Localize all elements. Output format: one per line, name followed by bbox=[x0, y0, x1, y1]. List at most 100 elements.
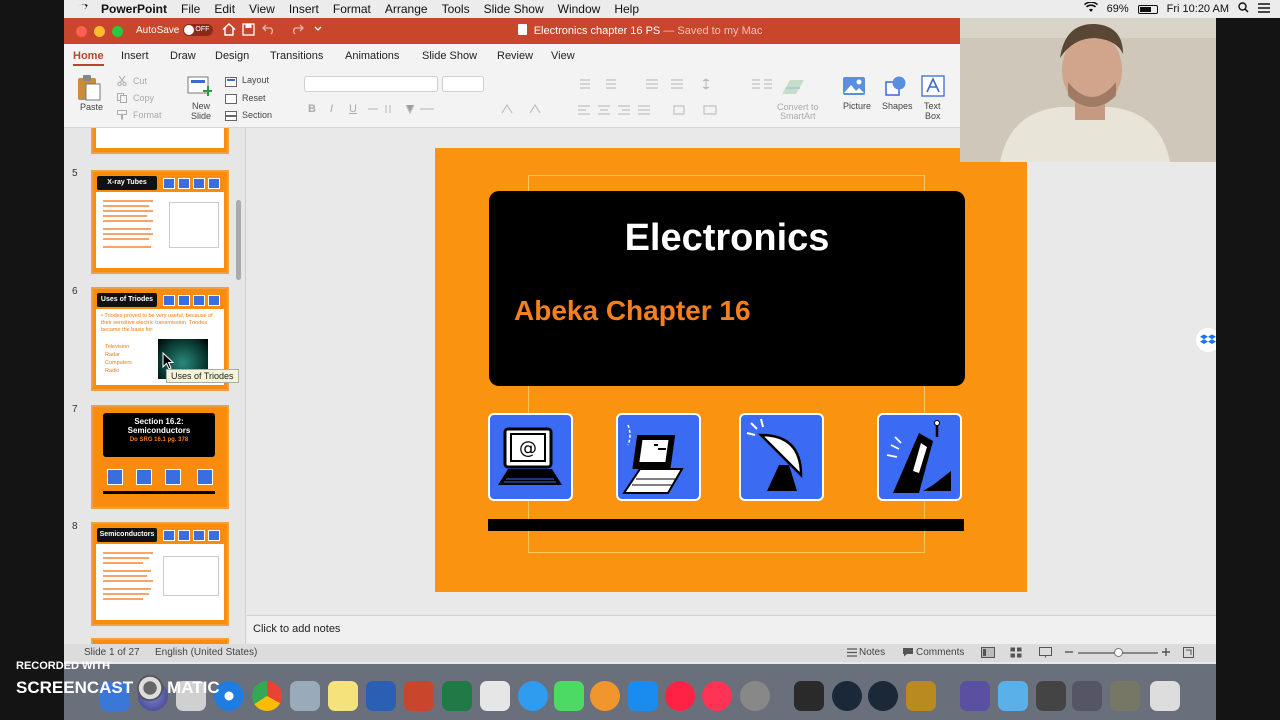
reading-view-icon[interactable] bbox=[1039, 647, 1052, 661]
zoom-slider-thumb[interactable] bbox=[1114, 648, 1123, 657]
picture-icon[interactable] bbox=[842, 76, 866, 98]
layout-button[interactable]: Layout bbox=[242, 75, 269, 85]
cut-button[interactable]: Cut bbox=[133, 76, 147, 86]
language-indicator[interactable]: English (United States) bbox=[155, 647, 257, 658]
new-slide-icon[interactable] bbox=[186, 74, 213, 100]
news-icon[interactable] bbox=[665, 681, 695, 711]
menu-format[interactable]: Format bbox=[333, 2, 371, 16]
chrome-icon[interactable] bbox=[252, 681, 282, 711]
tab-view[interactable]: View bbox=[551, 50, 575, 62]
notes-pane[interactable]: Click to add notes bbox=[247, 615, 1216, 644]
slide-thumbnail-4[interactable] bbox=[91, 128, 229, 154]
strikethrough-icon[interactable] bbox=[368, 104, 438, 116]
new-slide-label-2[interactable]: Slide bbox=[191, 111, 211, 121]
notes-icon[interactable] bbox=[847, 648, 857, 660]
preview-icon[interactable] bbox=[290, 681, 320, 711]
reset-icon[interactable] bbox=[225, 94, 237, 106]
slide-thumbnail-5[interactable]: X-ray Tubes bbox=[91, 170, 229, 274]
maps-icon[interactable] bbox=[480, 681, 510, 711]
menubar-clock[interactable]: Fri 10:20 AM bbox=[1167, 3, 1229, 15]
menu-slide-show[interactable]: Slide Show bbox=[484, 2, 544, 16]
scissors-icon[interactable] bbox=[117, 75, 127, 88]
shapes-button[interactable]: Shapes bbox=[882, 101, 913, 111]
font-size-dropdown[interactable] bbox=[442, 76, 484, 92]
tab-animations[interactable]: Animations bbox=[345, 50, 399, 62]
picture-button[interactable]: Picture bbox=[843, 101, 871, 111]
satellite-dish-icon[interactable] bbox=[739, 413, 824, 501]
new-slide-label[interactable]: New bbox=[192, 101, 210, 111]
computer-at-icon[interactable]: @ bbox=[488, 413, 573, 501]
text-box-label[interactable]: Text bbox=[924, 101, 941, 111]
menu-edit[interactable]: Edit bbox=[214, 2, 235, 16]
format-painter-button[interactable]: Format bbox=[133, 110, 162, 120]
game-icon[interactable] bbox=[906, 681, 936, 711]
wifi-icon[interactable] bbox=[1083, 1, 1098, 16]
facetime-icon[interactable] bbox=[554, 681, 584, 711]
menu-help[interactable]: Help bbox=[614, 2, 639, 16]
slide-title[interactable]: Electronics bbox=[489, 217, 965, 260]
battery-icon[interactable] bbox=[1137, 4, 1158, 14]
notes-placeholder[interactable]: Click to add notes bbox=[253, 623, 340, 635]
text-box-icon[interactable] bbox=[921, 75, 945, 99]
tab-review[interactable]: Review bbox=[497, 50, 533, 62]
thumbnail-scrollbar[interactable] bbox=[236, 200, 241, 280]
bullets-icon[interactable] bbox=[576, 78, 726, 92]
align-left-icon[interactable] bbox=[576, 104, 726, 118]
screenshot-thumbnail[interactable] bbox=[1036, 681, 1066, 711]
mobile-phone-icon[interactable] bbox=[877, 413, 962, 501]
section-icon[interactable] bbox=[225, 111, 237, 123]
tab-draw[interactable]: Draw bbox=[170, 50, 196, 62]
menu-tools[interactable]: Tools bbox=[442, 2, 470, 16]
folder-icon[interactable] bbox=[960, 681, 990, 711]
task-manager-icon[interactable] bbox=[794, 681, 824, 711]
font-family-dropdown[interactable] bbox=[304, 76, 438, 92]
slide-thumbnail-7[interactable]: Section 16.2: Semiconductors Do SRG 16.1… bbox=[91, 405, 229, 509]
slide-sorter-icon[interactable] bbox=[1010, 647, 1022, 661]
menu-view[interactable]: View bbox=[249, 2, 275, 16]
battery-percent[interactable]: 69% bbox=[1107, 3, 1129, 15]
tab-home[interactable]: Home bbox=[73, 50, 104, 66]
tab-insert[interactable]: Insert bbox=[121, 50, 149, 62]
slide-subtitle[interactable]: Abeka Chapter 16 bbox=[514, 295, 751, 327]
notes-app-icon[interactable] bbox=[328, 681, 358, 711]
italic-button[interactable]: I bbox=[330, 103, 333, 115]
word-icon[interactable] bbox=[366, 681, 396, 711]
downloads-folder-icon[interactable] bbox=[998, 681, 1028, 711]
text-box-label-2[interactable]: Box bbox=[925, 111, 941, 121]
menu-arrange[interactable]: Arrange bbox=[385, 2, 428, 16]
music-icon[interactable] bbox=[702, 681, 732, 711]
shapes-icon[interactable] bbox=[884, 75, 908, 99]
steam-icon[interactable] bbox=[832, 681, 862, 711]
fit-to-window-icon[interactable] bbox=[1183, 647, 1194, 661]
paste-icon[interactable] bbox=[76, 74, 102, 104]
tab-slide-show[interactable]: Slide Show bbox=[422, 50, 477, 62]
tab-transitions[interactable]: Transitions bbox=[270, 50, 323, 62]
format-painter-icon[interactable] bbox=[117, 110, 127, 122]
screenshot-thumbnail[interactable] bbox=[1072, 681, 1102, 711]
zoom-slider[interactable] bbox=[1078, 648, 1158, 657]
tab-design[interactable]: Design bbox=[215, 50, 249, 62]
zoom-out-icon[interactable] bbox=[1064, 647, 1074, 660]
system-preferences-icon[interactable] bbox=[740, 681, 770, 711]
excel-icon[interactable] bbox=[442, 681, 472, 711]
paste-label[interactable]: Paste bbox=[80, 102, 103, 112]
layout-icon[interactable] bbox=[225, 77, 237, 89]
steam-icon-2[interactable] bbox=[868, 681, 898, 711]
laptop-icon[interactable] bbox=[616, 413, 701, 501]
underline-button[interactable]: U bbox=[349, 103, 357, 115]
comments-icon[interactable] bbox=[902, 647, 914, 660]
comments-button[interactable]: Comments bbox=[916, 647, 964, 658]
smartart-icon[interactable] bbox=[780, 76, 806, 100]
copy-button[interactable]: Copy bbox=[133, 93, 154, 103]
copy-icon[interactable] bbox=[117, 93, 127, 105]
reset-button[interactable]: Reset bbox=[242, 93, 266, 103]
notes-button[interactable]: Notes bbox=[859, 647, 885, 658]
app-store-icon[interactable] bbox=[628, 681, 658, 711]
title-box[interactable]: Electronics Abeka Chapter 16 bbox=[489, 191, 965, 386]
menubar-app-name[interactable]: PowerPoint bbox=[101, 2, 167, 16]
screenshot-thumbnail[interactable] bbox=[1110, 681, 1140, 711]
messages-icon[interactable] bbox=[518, 681, 548, 711]
section-button[interactable]: Section bbox=[242, 110, 272, 120]
menu-file[interactable]: File bbox=[181, 2, 200, 16]
zoom-in-icon[interactable] bbox=[1161, 647, 1171, 660]
